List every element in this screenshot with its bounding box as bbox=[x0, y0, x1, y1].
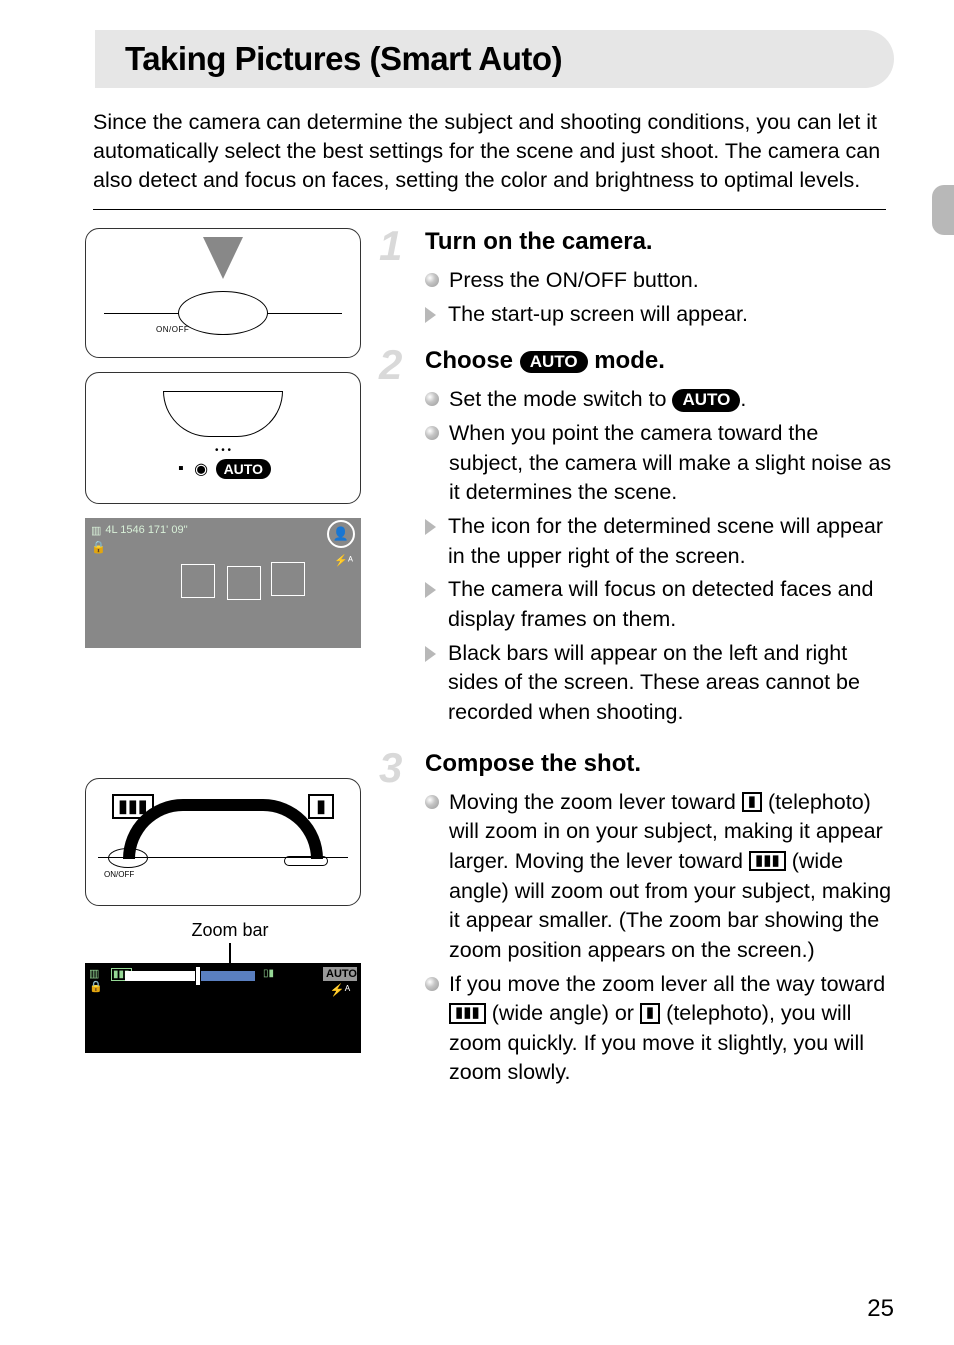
title-bar: Taking Pictures (Smart Auto) bbox=[95, 30, 894, 88]
content-area: ON/OFF • • • ▪ ◉ AUTO ▥ 4L 1546 171' 09'… bbox=[85, 228, 894, 1106]
lcd-auto-badge: AUTO bbox=[323, 967, 357, 981]
step-item: The camera will focus on detected faces … bbox=[425, 575, 894, 634]
auto-badge-inline: AUTO bbox=[672, 389, 740, 411]
wideangle-inline-icon: ▮▮▮ bbox=[749, 851, 786, 872]
wideangle-inline-icon: ▮▮▮ bbox=[449, 1003, 486, 1024]
step-2: 2 Choose AUTO mode. Set the mode switch … bbox=[383, 347, 894, 727]
bullet-icon bbox=[425, 273, 439, 287]
auto-badge-inline: AUTO bbox=[520, 351, 588, 373]
illustration-zoom-lever: ▮▮▮ ▮ ON/OFF bbox=[85, 778, 361, 906]
step-item: The start-up screen will appear. bbox=[425, 300, 894, 330]
illustration-zoom-bar: ▥🔒 ▮▮▮ ▯▮ AUTO ⚡ᴬ bbox=[85, 963, 361, 1053]
triangle-icon bbox=[425, 646, 436, 662]
movie-icon: ▪ bbox=[178, 460, 184, 477]
bullet-icon bbox=[425, 426, 439, 440]
arrow-down-icon bbox=[203, 237, 243, 279]
triangle-icon bbox=[425, 582, 436, 598]
telephoto-icon: ▮ bbox=[308, 794, 334, 819]
zoom-bar-caption: Zoom bar bbox=[85, 920, 375, 941]
triangle-icon bbox=[425, 519, 436, 535]
section-divider bbox=[93, 209, 886, 210]
page-title: Taking Pictures (Smart Auto) bbox=[125, 40, 864, 78]
step-item: Press the ON/OFF button. bbox=[425, 266, 894, 296]
camera-icon: ◉ bbox=[194, 461, 208, 478]
step-number: 1 bbox=[379, 222, 402, 270]
illustration-lcd-faces: ▥ 4L 1546 171' 09'' 🔒 👤 ⚡ᴬ bbox=[85, 518, 361, 648]
step-number: 2 bbox=[379, 341, 402, 389]
step-item: If you move the zoom lever all the way t… bbox=[425, 970, 894, 1089]
step-item: Set the mode switch to AUTO. bbox=[425, 385, 894, 415]
telephoto-inline-icon: ▮ bbox=[742, 792, 762, 813]
illustration-mode-switch: • • • ▪ ◉ AUTO bbox=[85, 372, 361, 504]
intro-paragraph: Since the camera can determine the subje… bbox=[93, 108, 886, 195]
telephoto-inline-icon: ▮ bbox=[640, 1003, 660, 1024]
flash-auto-icon: ⚡ᴬ bbox=[323, 983, 357, 997]
lcd-status-text: 4L 1546 171' 09'' bbox=[105, 524, 187, 536]
page-number: 25 bbox=[867, 1295, 894, 1323]
illustration-power-button: ON/OFF bbox=[85, 228, 361, 358]
onoff-label-2: ON/OFF bbox=[104, 870, 134, 879]
steps-column: 1 Turn on the camera. Press the ON/OFF b… bbox=[383, 228, 894, 1106]
step-title: Choose AUTO mode. bbox=[425, 347, 894, 375]
step-title: Turn on the camera. bbox=[425, 228, 894, 256]
page-side-tab bbox=[932, 185, 954, 235]
step-title: Compose the shot. bbox=[425, 750, 894, 778]
step-item: The icon for the determined scene will a… bbox=[425, 512, 894, 571]
step-number: 3 bbox=[379, 744, 402, 792]
step-item: Black bars will appear on the left and r… bbox=[425, 639, 894, 728]
bullet-icon bbox=[425, 795, 439, 809]
step-1: 1 Turn on the camera. Press the ON/OFF b… bbox=[383, 228, 894, 329]
illustrations-column: ON/OFF • • • ▪ ◉ AUTO ▥ 4L 1546 171' 09'… bbox=[85, 228, 375, 1106]
onoff-label: ON/OFF bbox=[156, 325, 189, 334]
bullet-icon bbox=[425, 392, 439, 406]
step-item: Moving the zoom lever toward ▮ (telephot… bbox=[425, 788, 894, 966]
step-item: When you point the camera toward the sub… bbox=[425, 419, 894, 508]
triangle-icon bbox=[425, 307, 436, 323]
bullet-icon bbox=[425, 977, 439, 991]
auto-mode-badge: AUTO bbox=[216, 459, 271, 479]
step-3: 3 Compose the shot. Moving the zoom leve… bbox=[383, 750, 894, 1089]
zoom-bar-pointer bbox=[229, 943, 231, 963]
